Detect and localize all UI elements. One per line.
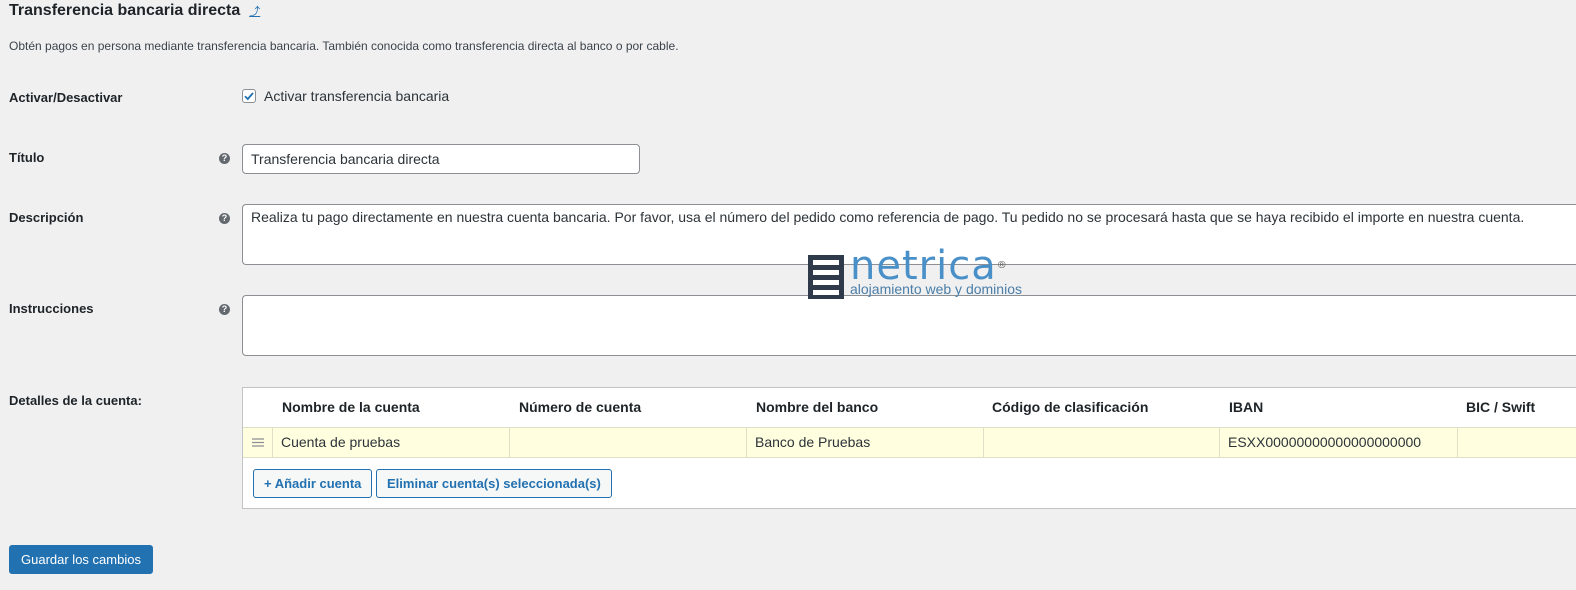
table-row[interactable]: Cuenta de pruebas Banco de Pruebas ESXX0… [243, 427, 1576, 458]
drag-handle-icon[interactable] [243, 428, 272, 457]
column-header-account-name: Nombre de la cuenta [282, 399, 420, 415]
column-header-bic: BIC / Swift [1466, 399, 1536, 415]
title-input[interactable]: Transferencia bancaria directa [242, 144, 640, 174]
account-number-cell[interactable] [509, 428, 746, 457]
instructions-label: Instrucciones [9, 301, 94, 316]
netrica-watermark: netrica® alojamiento web y dominios [808, 245, 1022, 299]
return-up-arrow-icon[interactable]: ⤴ [249, 3, 260, 19]
instructions-textarea[interactable] [242, 295, 1576, 356]
accounts-label: Detalles de la cuenta: [9, 393, 142, 408]
watermark-tagline: alojamiento web y dominios [850, 281, 1022, 297]
description-label: Descripción [9, 210, 84, 225]
checkmark-icon [244, 92, 254, 101]
add-account-button[interactable]: + Añadir cuenta [253, 469, 373, 498]
gateway-description: Obtén pagos en persona mediante transfer… [9, 39, 679, 53]
column-header-sort-code: Código de clasificación [992, 399, 1149, 415]
enable-checkbox[interactable] [242, 89, 256, 103]
accounts-table: Nombre de la cuenta Número de cuenta Nom… [242, 387, 1576, 509]
bic-cell[interactable] [1457, 428, 1576, 457]
sort-code-cell[interactable] [983, 428, 1219, 457]
enable-checkbox-label[interactable]: Activar transferencia bancaria [264, 88, 449, 104]
accounts-header-row: Nombre de la cuenta Número de cuenta Nom… [243, 388, 1576, 428]
page-title-text: Transferencia bancaria directa [9, 2, 241, 19]
page-title: Transferencia bancaria directa ⤴ [9, 2, 260, 20]
column-header-bank-name: Nombre del banco [756, 399, 879, 415]
remove-accounts-button[interactable]: Eliminar cuenta(s) seleccionada(s) [376, 469, 612, 498]
account-name-cell[interactable]: Cuenta de pruebas [272, 428, 509, 457]
question-mark-icon[interactable]: ? [219, 153, 230, 164]
question-mark-icon[interactable]: ? [219, 304, 230, 315]
column-header-iban: IBAN [1229, 399, 1264, 415]
question-mark-icon[interactable]: ? [219, 213, 230, 224]
column-header-account-number: Número de cuenta [519, 399, 642, 415]
iban-cell[interactable]: ESXX00000000000000000000 [1219, 428, 1457, 457]
save-changes-button[interactable]: Guardar los cambios [9, 545, 153, 574]
title-label: Título [9, 150, 45, 165]
server-stack-icon [808, 255, 844, 299]
enable-checkbox-row[interactable]: Activar transferencia bancaria [242, 88, 449, 104]
bank-name-cell[interactable]: Banco de Pruebas [746, 428, 983, 457]
enable-label: Activar/Desactivar [9, 90, 123, 105]
